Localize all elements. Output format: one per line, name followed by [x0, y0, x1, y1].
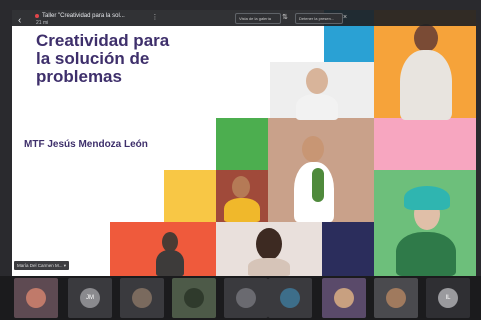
person-photo — [162, 232, 178, 252]
person-photo — [396, 232, 456, 276]
close-icon[interactable]: × — [340, 13, 350, 23]
microphone-icon: ▾ — [63, 263, 67, 268]
participant-tile[interactable] — [322, 278, 366, 318]
avatar — [132, 288, 152, 308]
pink-block — [374, 118, 476, 170]
participant-tile[interactable] — [268, 278, 312, 318]
participant-tile[interactable] — [374, 278, 418, 318]
person-photo — [248, 258, 290, 276]
green-block — [216, 118, 268, 174]
participant-tile[interactable] — [120, 278, 164, 318]
slide-title: Creatividad para la solución de problema… — [36, 31, 170, 86]
person-photo — [224, 198, 260, 222]
cactus-photo — [312, 168, 324, 202]
navy-block — [322, 222, 374, 276]
shared-slide: Creatividad para la solución de problema… — [12, 10, 476, 276]
share-icon[interactable]: ⇅ — [280, 13, 290, 23]
avatar — [184, 288, 204, 308]
presenter-name-tag: María Del Carmen M... ▾ — [14, 261, 70, 270]
participant-tile[interactable]: JM — [68, 278, 112, 318]
person-photo — [414, 24, 438, 52]
more-icon[interactable]: ⋮ — [150, 13, 160, 23]
person-photo — [296, 94, 338, 120]
person-photo — [306, 68, 328, 94]
avatar — [386, 288, 406, 308]
meeting-time: 21 mi — [36, 20, 49, 26]
avatar: JM — [80, 288, 100, 308]
avatar — [280, 288, 300, 308]
slide-author: MTF Jesús Mendoza León — [24, 139, 148, 150]
person-photo — [302, 136, 324, 162]
stop-presenting-button[interactable]: Detener la presen... — [295, 13, 343, 24]
avatar — [236, 288, 256, 308]
avatar — [26, 288, 46, 308]
participant-tile[interactable] — [14, 278, 58, 318]
avatar: IL — [438, 288, 458, 308]
person-photo — [232, 176, 250, 198]
participant-tile[interactable] — [224, 278, 268, 318]
back-arrow-icon[interactable]: ‹ — [18, 15, 28, 27]
participant-tile[interactable]: IL — [426, 278, 470, 318]
meeting-title: Taller "Creatividad para la sol... — [42, 13, 125, 19]
person-photo — [256, 228, 282, 260]
yellow-block — [164, 170, 216, 222]
presenter-name: María Del Carmen M... — [17, 263, 63, 268]
person-photo — [404, 186, 450, 210]
person-photo — [400, 50, 452, 120]
view-select[interactable]: Vista de la galería — [235, 13, 281, 24]
participant-tile[interactable] — [172, 278, 216, 318]
person-photo — [156, 250, 184, 276]
avatar — [334, 288, 354, 308]
recording-icon — [35, 14, 39, 18]
